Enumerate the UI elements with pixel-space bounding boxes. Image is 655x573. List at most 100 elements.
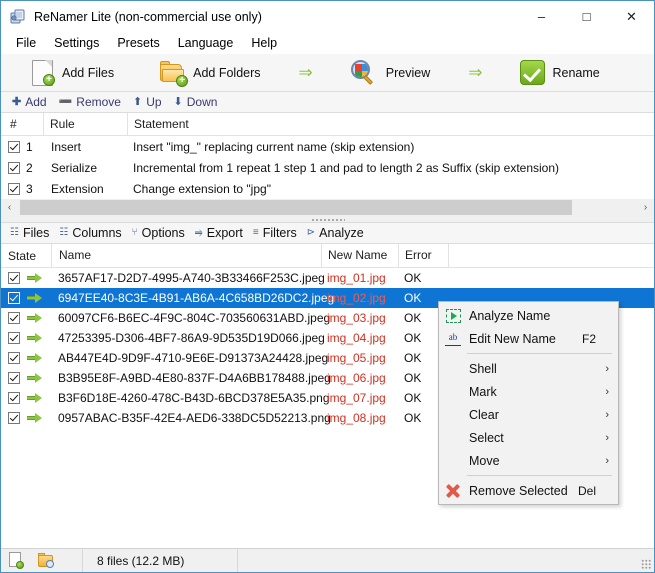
file-checkbox[interactable]	[8, 352, 20, 364]
file-checkbox[interactable]	[8, 412, 20, 424]
status-browse-folder-icon[interactable]	[38, 553, 55, 568]
files-tab-options[interactable]: ⑂ Options	[127, 225, 190, 241]
rules-col-statement[interactable]: Statement	[127, 113, 654, 135]
rule-checkbox[interactable]	[8, 182, 20, 195]
resize-grip-icon[interactable]	[641, 559, 651, 569]
add-folders-button[interactable]: + Add Folders	[152, 55, 268, 91]
rule-checkbox[interactable]	[8, 140, 20, 153]
status-bar: 8 files (12.2 MB)	[1, 548, 654, 572]
mark-label: Mark	[469, 384, 497, 399]
files-tab-filters-label: Filters	[262, 226, 297, 240]
move-icon	[442, 452, 464, 470]
context-menu-item-remove-selected[interactable]: Remove Selected Del	[439, 479, 618, 502]
add-files-label: Add Files	[62, 65, 115, 80]
file-checkbox[interactable]	[8, 272, 20, 284]
menu-settings[interactable]: Settings	[45, 33, 108, 53]
scroll-left-icon[interactable]: ‹	[1, 199, 18, 216]
title-bar: ReNamer Lite (non-commercial use only) –…	[1, 1, 654, 32]
table-row[interactable]: 3657AF17-D2D7-4995-A740-3B33466F253C.jpe…	[1, 268, 654, 288]
file-name: 6947EE40-8C3E-4B91-AB6A-4C658BD26DC2.jpe…	[58, 291, 335, 305]
files-header-row: State Name New Name Error	[1, 244, 654, 268]
add-files-icon: +	[31, 59, 55, 86]
rule-down-button[interactable]: ⬇ Down	[169, 94, 223, 110]
files-icon: ☷	[10, 227, 19, 238]
maximize-button[interactable]: □	[564, 1, 609, 32]
file-checkbox[interactable]	[8, 372, 20, 384]
context-menu-item-move[interactable]: Move ›	[439, 449, 618, 472]
scrollbar-track[interactable]	[18, 199, 637, 216]
rule-name: Extension	[51, 181, 104, 196]
files-tab-analyze[interactable]: ⊳ Analyze	[302, 225, 369, 241]
arrow-right-icon-2: ⇒	[468, 63, 483, 82]
files-tab-filters[interactable]: ≡ Filters	[248, 225, 302, 241]
rule-remove-label: Remove	[76, 95, 121, 109]
rule-add-button[interactable]: ✚ Add	[7, 94, 52, 110]
file-new-name: img_03.jpg	[327, 311, 386, 325]
rule-row[interactable]: 1 Insert Insert "img_" replacing current…	[1, 136, 654, 157]
analyze-icon: ⊳	[306, 227, 316, 238]
minimize-button[interactable]: –	[519, 1, 564, 32]
context-menu-item-mark[interactable]: Mark ›	[439, 380, 618, 403]
plus-icon: ✚	[12, 95, 22, 108]
file-new-name: img_07.jpg	[327, 391, 386, 405]
files-col-name[interactable]: Name	[51, 244, 321, 267]
menu-language[interactable]: Language	[169, 33, 243, 53]
menu-presets[interactable]: Presets	[108, 33, 168, 53]
shell-label: Shell	[469, 361, 497, 376]
context-menu-item-shell[interactable]: Shell ›	[439, 357, 618, 380]
file-name: 3657AF17-D2D7-4995-A740-3B33466F253C.jpe…	[58, 271, 325, 285]
rule-checkbox[interactable]	[8, 161, 20, 174]
file-state-cell	[1, 272, 51, 284]
files-col-error[interactable]: Error	[398, 244, 448, 267]
context-menu-item-edit-new-name[interactable]: ab Edit New Name F2	[439, 327, 618, 350]
files-toolbar: ☷ Files ☷ Columns ⑂ Options ⥤ Export ≡ F…	[1, 222, 654, 244]
context-menu-item-clear[interactable]: Clear ›	[439, 403, 618, 426]
remove-selected-label: Remove Selected	[469, 483, 568, 498]
file-name: B3B95E8F-A9BD-4E80-837F-D4A6BB178488.jpe…	[58, 371, 331, 385]
rule-row[interactable]: 3 Extension Change extension to "jpg"	[1, 178, 654, 198]
rules-toolbar: ✚ Add ➖ Remove ⬆ Up ⬇ Down	[1, 92, 654, 113]
scrollbar-thumb[interactable]	[20, 200, 572, 215]
chevron-right-icon: ›	[605, 454, 609, 467]
columns-icon: ☷	[59, 227, 69, 238]
rules-col-num[interactable]: #	[1, 117, 43, 131]
clear-label: Clear	[469, 407, 499, 422]
status-add-file-icon[interactable]	[9, 552, 24, 569]
chevron-right-icon: ›	[605, 431, 609, 444]
files-tab-columns[interactable]: ☷ Columns	[54, 225, 126, 241]
file-checkbox[interactable]	[8, 392, 20, 404]
edit-new-name-accelerator: F2	[581, 331, 596, 346]
chevron-right-icon: ›	[605, 362, 609, 375]
file-error: OK	[404, 271, 422, 285]
rule-up-button[interactable]: ⬆ Up	[128, 94, 167, 110]
files-col-new-name[interactable]: New Name	[321, 244, 398, 267]
rename-button[interactable]: Rename	[512, 55, 607, 91]
files-tab-export[interactable]: ⥤ Export	[190, 225, 248, 241]
rule-add-label: Add	[25, 95, 47, 109]
context-menu-item-select[interactable]: Select ›	[439, 426, 618, 449]
menu-bar: File Settings Presets Language Help	[1, 32, 654, 54]
files-tab-files[interactable]: ☷ Files	[5, 225, 54, 241]
file-checkbox[interactable]	[8, 332, 20, 344]
preview-icon	[350, 59, 379, 86]
window-title: ReNamer Lite (non-commercial use only)	[34, 9, 262, 24]
context-menu-item-analyze-name[interactable]: Analyze Name	[439, 304, 618, 327]
rules-col-rule[interactable]: Rule	[43, 113, 127, 135]
file-checkbox[interactable]	[8, 292, 20, 304]
close-button[interactable]: ✕	[609, 1, 654, 32]
rule-row[interactable]: 2 Serialize Incremental from 1 repeat 1 …	[1, 157, 654, 178]
rules-horizontal-scrollbar[interactable]: ‹ ›	[1, 199, 654, 216]
rule-number: 2	[26, 160, 33, 175]
file-state-cell	[1, 412, 51, 424]
rule-remove-button[interactable]: ➖ Remove	[54, 94, 126, 110]
rule-number: 1	[26, 139, 33, 154]
scroll-right-icon[interactable]: ›	[637, 199, 654, 216]
preview-button[interactable]: Preview	[343, 55, 438, 91]
menu-file[interactable]: File	[7, 33, 45, 53]
add-folders-label: Add Folders	[193, 65, 261, 80]
rule-statement: Incremental from 1 repeat 1 step 1 and p…	[133, 160, 560, 175]
files-col-state[interactable]: State	[1, 249, 51, 263]
add-files-button[interactable]: + Add Files	[23, 55, 122, 91]
file-checkbox[interactable]	[8, 312, 20, 324]
menu-help[interactable]: Help	[242, 33, 286, 53]
